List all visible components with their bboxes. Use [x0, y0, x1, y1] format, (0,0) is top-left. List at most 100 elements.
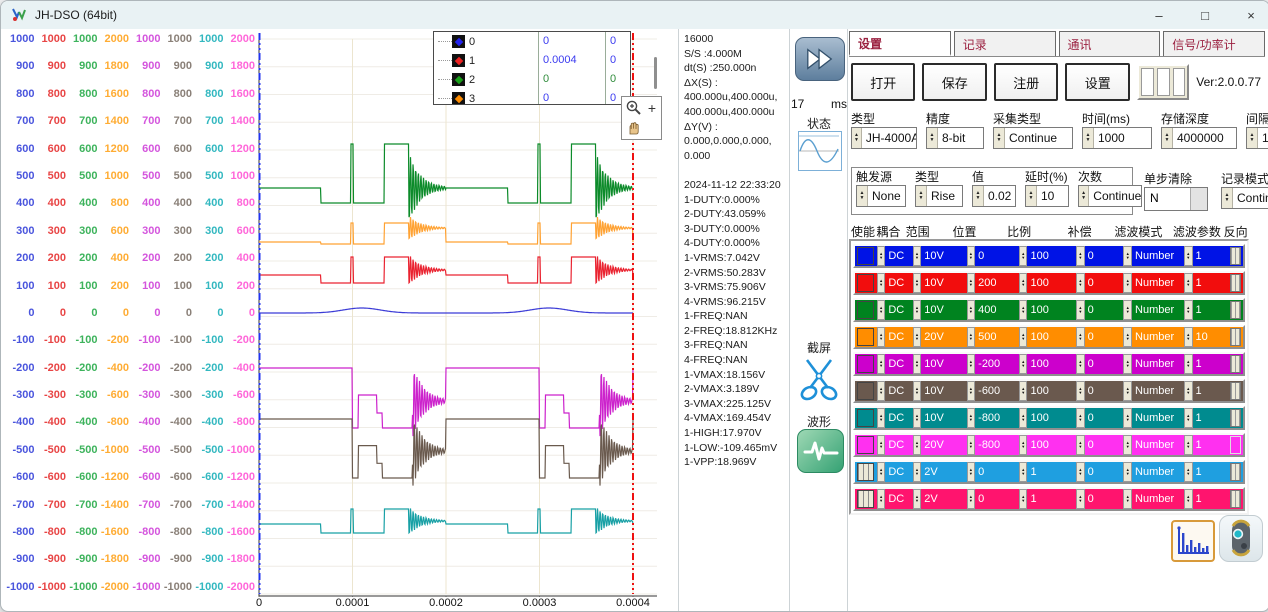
- channel-scale-spinner[interactable]: ▲▼: [1019, 381, 1028, 401]
- trigger-4-spinner[interactable]: ▲▼: [1026, 186, 1037, 206]
- channel-scale-spinner[interactable]: ▲▼: [1019, 327, 1028, 347]
- channel-invert-button[interactable]: [1230, 301, 1241, 319]
- channel-filter-spinner[interactable]: ▲▼: [1123, 435, 1132, 455]
- channel-param-value[interactable]: 1: [1193, 277, 1230, 289]
- channel-range-spinner[interactable]: ▲▼: [913, 435, 922, 455]
- channel-enable-toggle[interactable]: [857, 490, 874, 508]
- channel-param-spinner[interactable]: ▲▼: [1184, 273, 1193, 293]
- plot-legend[interactable]: 00010.00040200300: [433, 31, 631, 105]
- param-4-spinner[interactable]: ▲▼: [1083, 128, 1094, 148]
- channel-enable-toggle[interactable]: [857, 382, 874, 400]
- trigger-5-value[interactable]: Continue: [1089, 186, 1141, 206]
- channel-invert-button[interactable]: [1230, 274, 1241, 292]
- channel-filter-value[interactable]: Number: [1132, 331, 1181, 343]
- channel-comp-value[interactable]: 0: [1085, 493, 1121, 505]
- histogram-button[interactable]: [1171, 520, 1215, 562]
- screenshot-scissors-icon[interactable]: [799, 356, 839, 402]
- channel-param-spinner[interactable]: ▲▼: [1184, 327, 1193, 347]
- channel-range-spinner[interactable]: ▲▼: [913, 408, 922, 428]
- channel-scale-value[interactable]: 100: [1027, 277, 1073, 289]
- channel-coupling-spinner[interactable]: ▲▼: [877, 327, 886, 347]
- channel-coupling-spinner[interactable]: ▲▼: [877, 381, 886, 401]
- channel-coupling-spinner[interactable]: ▲▼: [877, 354, 886, 374]
- channel-comp-spinner[interactable]: ▲▼: [1076, 327, 1085, 347]
- maximize-button[interactable]: □: [1195, 8, 1215, 23]
- channel-position-value[interactable]: 0: [975, 250, 1016, 262]
- param-5-value[interactable]: 4000000: [1173, 128, 1227, 148]
- channel-scale-value[interactable]: 1: [1027, 466, 1073, 478]
- channel-coupling-spinner[interactable]: ▲▼: [877, 246, 886, 266]
- channel-scale-spinner[interactable]: ▲▼: [1019, 435, 1028, 455]
- channel-position-spinner[interactable]: ▲▼: [967, 300, 976, 320]
- channel-comp-value[interactable]: 0: [1085, 385, 1121, 397]
- channel-position-spinner[interactable]: ▲▼: [967, 327, 976, 347]
- channel-range-spinner[interactable]: ▲▼: [913, 300, 922, 320]
- channel-position-spinner[interactable]: ▲▼: [967, 462, 976, 482]
- legend-row[interactable]: 300: [434, 89, 630, 105]
- channel-filter-spinner[interactable]: ▲▼: [1123, 273, 1132, 293]
- channel-range-value[interactable]: 20V: [921, 439, 963, 451]
- channel-position-spinner[interactable]: ▲▼: [967, 489, 976, 509]
- channel-filter-value[interactable]: Number: [1132, 493, 1181, 505]
- param-3-spinner[interactable]: ▲▼: [994, 128, 1005, 148]
- channel-invert-button[interactable]: [1230, 328, 1241, 346]
- channel-enable-toggle[interactable]: [857, 436, 874, 454]
- channel-filter-spinner[interactable]: ▲▼: [1123, 408, 1132, 428]
- channel-range-value[interactable]: 10V: [921, 304, 963, 316]
- tab-2[interactable]: 记录: [954, 31, 1056, 56]
- channel-scale-value[interactable]: 100: [1027, 250, 1073, 262]
- channel-range-value[interactable]: 10V: [921, 412, 963, 424]
- run-button[interactable]: [795, 37, 845, 81]
- channel-position-value[interactable]: 200: [975, 277, 1016, 289]
- channel-range-value[interactable]: 10V: [921, 277, 963, 289]
- trigger-4-value[interactable]: 10: [1037, 186, 1057, 206]
- channel-param-value[interactable]: 1: [1193, 412, 1230, 424]
- channel-param-spinner[interactable]: ▲▼: [1184, 381, 1193, 401]
- channel-position-spinner[interactable]: ▲▼: [967, 354, 976, 374]
- param-5-spinner[interactable]: ▲▼: [1162, 128, 1173, 148]
- channel-param-value[interactable]: 1: [1193, 493, 1230, 505]
- trigger-1-value[interactable]: None: [868, 186, 904, 206]
- channel-range-spinner[interactable]: ▲▼: [913, 246, 922, 266]
- param-1-value[interactable]: JH-4000A: [862, 128, 916, 148]
- channel-comp-value[interactable]: 0: [1085, 304, 1121, 316]
- channel-param-value[interactable]: 10: [1193, 331, 1230, 343]
- channel-position-value[interactable]: 500: [975, 331, 1016, 343]
- channel-scale-value[interactable]: 100: [1027, 358, 1073, 370]
- channel-param-value[interactable]: 1: [1193, 439, 1230, 451]
- channel-enable-toggle[interactable]: [857, 463, 874, 481]
- channel-param-value[interactable]: 1: [1193, 304, 1230, 316]
- channel-position-spinner[interactable]: ▲▼: [967, 408, 976, 428]
- channel-comp-value[interactable]: 0: [1085, 331, 1121, 343]
- channel-param-value[interactable]: 1: [1193, 385, 1230, 397]
- single-clear-value[interactable]: N: [1145, 188, 1190, 210]
- channel-scale-value[interactable]: 100: [1027, 385, 1073, 397]
- channel-range-spinner[interactable]: ▲▼: [913, 354, 922, 374]
- channel-coupling-value[interactable]: DC: [885, 493, 909, 505]
- param-2-value[interactable]: 8-bit: [938, 128, 968, 148]
- channel-range-value[interactable]: 10V: [921, 385, 963, 397]
- channel-coupling-spinner[interactable]: ▲▼: [877, 489, 886, 509]
- channel-filter-value[interactable]: Number: [1132, 466, 1181, 478]
- channel-param-spinner[interactable]: ▲▼: [1184, 300, 1193, 320]
- channel-comp-value[interactable]: 0: [1085, 277, 1121, 289]
- channel-param-value[interactable]: 1: [1193, 250, 1230, 262]
- channel-param-spinner[interactable]: ▲▼: [1184, 435, 1193, 455]
- channel-invert-button[interactable]: [1230, 247, 1241, 265]
- channel-position-value[interactable]: -600: [975, 385, 1016, 397]
- trigger-2-spinner[interactable]: ▲▼: [916, 186, 927, 206]
- channel-invert-button[interactable]: [1230, 409, 1241, 427]
- channel-position-spinner[interactable]: ▲▼: [967, 246, 976, 266]
- channel-coupling-value[interactable]: DC: [885, 439, 909, 451]
- channel-scale-value[interactable]: 100: [1027, 412, 1073, 424]
- channel-scale-spinner[interactable]: ▲▼: [1019, 489, 1028, 509]
- channel-coupling-value[interactable]: DC: [885, 277, 909, 289]
- channel-scale-spinner[interactable]: ▲▼: [1019, 408, 1028, 428]
- channel-filter-value[interactable]: Number: [1132, 412, 1181, 424]
- record-mode-spinner[interactable]: ▲▼: [1222, 188, 1233, 208]
- channel-range-value[interactable]: 20V: [921, 331, 963, 343]
- channel-scale-spinner[interactable]: ▲▼: [1019, 273, 1028, 293]
- legend-scrollbar[interactable]: [654, 57, 657, 89]
- waveform-button[interactable]: [797, 429, 844, 473]
- channel-filter-value[interactable]: Number: [1132, 385, 1181, 397]
